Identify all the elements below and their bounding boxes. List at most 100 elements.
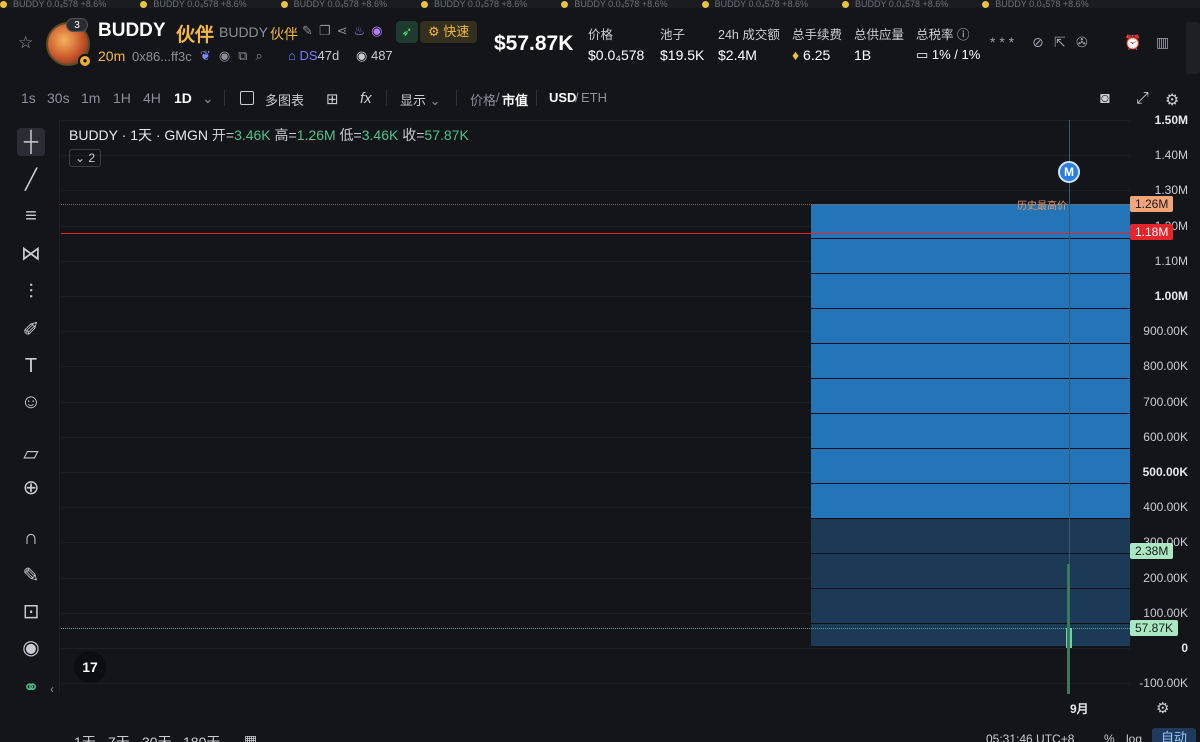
ds-indicator[interactable]: ⌂ DS47d (288, 48, 339, 63)
more-dots-icon[interactable]: * * * (990, 34, 1014, 50)
chevron-down-icon: ⌄ (74, 151, 89, 165)
badge-icon[interactable]: ◉ (371, 23, 388, 38)
log-toggle[interactable]: log (1126, 732, 1142, 742)
ticker-item[interactable]: BUDDY 0.0₄578 +8.6% (561, 0, 668, 8)
search-icon[interactable]: ⌕ (256, 48, 271, 63)
ticker-item[interactable]: BUDDY 0.0₄578 +8.6% (982, 0, 1089, 8)
forecast-icon[interactable]: ⫶ (17, 278, 45, 306)
zoom-in-icon[interactable]: ⊕ (17, 474, 45, 502)
share-icon[interactable]: ⋖ (337, 23, 354, 38)
price-mode-toggle[interactable]: 价格 (470, 90, 496, 109)
stat-value-row: ♦ 6.25 (792, 47, 842, 63)
auto-scale-toggle[interactable]: 自动 (1152, 728, 1196, 742)
timeframe-4h[interactable]: 4H (143, 90, 161, 106)
ticker-item[interactable]: BUDDY 0.0₄578 +8.6% (420, 0, 528, 8)
leaf-icon[interactable]: ❦ (200, 48, 219, 63)
chart-canvas[interactable] (61, 120, 1130, 694)
camera-icon[interactable]: ◙ (1100, 90, 1110, 108)
range-1d[interactable]: 1天 (74, 732, 96, 742)
copy-icon[interactable]: ❐ (319, 23, 337, 38)
fullscreen-icon[interactable]: ⤢ (1136, 90, 1149, 108)
currency-eth[interactable]: ETH (581, 90, 607, 105)
social-icons[interactable]: ❦◉⧉⌕ (200, 48, 271, 64)
ruler-icon[interactable]: ▱ (17, 440, 45, 468)
pin-icon[interactable]: ✇ (1076, 34, 1088, 51)
indicators-fx-icon[interactable]: fx (360, 90, 372, 107)
ath-price-label: 1.26M (1130, 196, 1174, 212)
fast-trade-button[interactable]: ⚙ 快速 (420, 21, 478, 43)
clock-time[interactable]: 05:31:46 UTC+8 (986, 732, 1074, 742)
contract-address[interactable]: 0x86...ff3c (132, 49, 192, 64)
timeframe-1h[interactable]: 1H (113, 90, 131, 106)
hide-icon[interactable]: ⊘ (1032, 34, 1044, 51)
crosshair-icon[interactable]: ┼ (17, 128, 45, 156)
stat-price: 价格 $0.0₄578 (588, 24, 644, 63)
token-symbol: BUDDY (98, 20, 166, 41)
currency-usd[interactable]: USD (549, 90, 576, 105)
range-180d[interactable]: 180天 (183, 732, 220, 742)
sidebar-toggle-icon[interactable]: ▥ (1156, 34, 1169, 51)
lock-drawing-icon[interactable]: ✎ (17, 562, 45, 590)
percent-toggle[interactable]: % (1104, 732, 1115, 742)
favorite-star-icon[interactable]: ☆ (18, 33, 33, 53)
ticker-item[interactable]: BUDDY 0.0₄578 +8.6% (701, 0, 808, 8)
slash-separator: / (496, 90, 500, 105)
settings-gear-icon[interactable]: ⚙ (1165, 90, 1179, 110)
ticker-text: BUDDY 0.0₄578 +8.6% (433, 0, 528, 8)
timeframe-1s[interactable]: 1s (21, 90, 36, 106)
multi-chart-checkbox[interactable] (240, 91, 254, 105)
edit-icon[interactable]: ✎ (302, 23, 319, 38)
tax-icon: ▭ (916, 47, 932, 62)
calendar-icon[interactable]: ▦ (244, 732, 257, 742)
emoji-icon[interactable]: ☺ (17, 388, 45, 416)
magnet-icon[interactable]: ∩ (17, 524, 45, 552)
timeframe-1m[interactable]: 1m (81, 90, 100, 106)
help-icon[interactable]: ⓘ (954, 28, 970, 42)
fib-lines-icon[interactable]: ≡ (17, 202, 45, 230)
right-panel-edge[interactable] (1186, 22, 1200, 74)
legend-collapse-button[interactable]: ⌄ 2 (69, 149, 101, 167)
range-30d[interactable]: 30天 (142, 732, 172, 742)
price-axis-tick: 1.40M (1154, 148, 1188, 163)
candle-type-icon[interactable]: ⊞ (326, 90, 339, 108)
indicator-count: 2 (88, 151, 96, 165)
text-tool-icon[interactable]: T (17, 352, 45, 380)
ticker-item[interactable]: BUDDY 0.0₄578 +8.6% (280, 0, 387, 8)
ticker-text: BUDDY 0.0₄578 +8.6% (153, 0, 247, 8)
coin-icon (420, 1, 428, 8)
mcap-mode-toggle[interactable]: 市值 (502, 90, 528, 109)
legend-open: 3.46K (234, 127, 271, 143)
ticker-item[interactable]: BUDDY 0.0₄578 +8.6% (841, 0, 948, 8)
axis-settings-icon[interactable]: ⚙ (1156, 699, 1169, 717)
pattern-icon[interactable]: ⋈ (17, 240, 45, 268)
image-edit-icon[interactable]: ⧉ (238, 48, 255, 63)
rocket-icon[interactable]: ➶ (396, 21, 418, 43)
candle-body-segment (811, 239, 1130, 275)
range-7d[interactable]: 7天 (108, 732, 130, 742)
flame-icon[interactable]: ♨ (353, 23, 371, 38)
coin-icon (140, 1, 148, 8)
ticker-item[interactable]: BUDDY 0.0₄578 +8.6% (140, 0, 247, 8)
stat-label: 24h 成交额 (718, 28, 780, 42)
header-action-icons[interactable]: ✎❐⋖♨◉ (302, 23, 388, 39)
timeframe-dropdown-icon[interactable]: ⌄ (202, 90, 214, 107)
ticker-item[interactable]: BUDDY 0.0₄578 +8.6% (0, 0, 106, 8)
multi-chart-label[interactable]: 多图表 (265, 90, 304, 109)
external-link-icon[interactable]: ⇱ (1054, 34, 1066, 51)
timeframe-30s[interactable]: 30s (47, 90, 70, 106)
timeframe-1d[interactable]: 1D (174, 90, 192, 106)
brush-icon[interactable]: ✐ (17, 316, 45, 344)
unlock-icon[interactable]: ⊡ (17, 598, 45, 626)
trendline-icon[interactable]: ╱ (17, 166, 45, 194)
price-line-red[interactable] (61, 232, 1130, 235)
token-avatar[interactable]: 3 ● (46, 18, 92, 68)
display-menu[interactable]: 显示 ⌄ (400, 90, 441, 109)
compass-icon[interactable]: ◉ (219, 48, 238, 63)
eye-visibility-icon[interactable]: ◉ (17, 634, 45, 662)
ticker-text: BUDDY 0.0₄578 +8.6% (13, 0, 107, 8)
tradingview-logo[interactable]: 17 (74, 651, 106, 683)
event-marker[interactable]: M (1058, 161, 1080, 183)
grid-line (61, 155, 1130, 157)
legend-close-label: 收= (402, 127, 425, 143)
alarm-icon[interactable]: ⏰ (1124, 34, 1141, 51)
